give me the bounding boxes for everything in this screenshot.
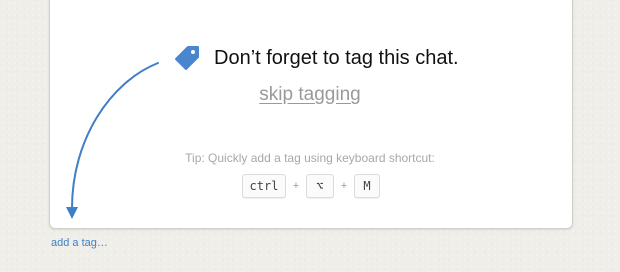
plus-sign: + — [340, 180, 348, 192]
ctrl-key: ctrl — [242, 174, 286, 198]
skip-tagging-link[interactable]: skip tagging — [0, 83, 620, 107]
m-key: M — [354, 174, 380, 198]
tag-icon — [175, 46, 199, 70]
option-key: ⌥ — [306, 174, 334, 198]
plus-sign: + — [292, 180, 300, 192]
keyboard-shortcut: ctrl + ⌥ + M — [242, 173, 380, 199]
keyboard-shortcut-tip: Tip: Quickly add a tag using keyboard sh… — [185, 151, 435, 165]
add-tag-link[interactable]: add a tag… — [51, 236, 108, 250]
tag-reminder-text: Don’t forget to tag this chat. — [214, 47, 459, 69]
